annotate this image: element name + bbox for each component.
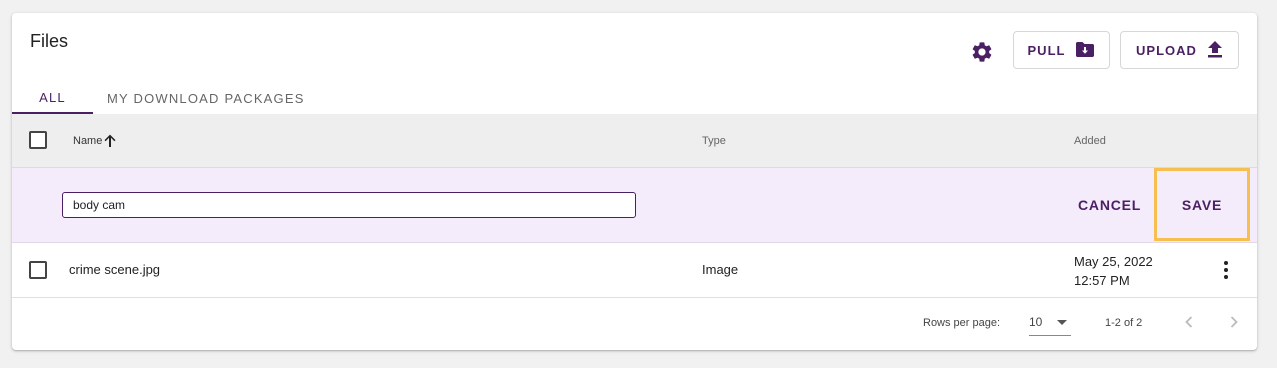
arrow-up-icon	[104, 134, 116, 147]
column-header-name[interactable]: Name	[73, 114, 116, 167]
chevron-left-icon[interactable]	[1179, 312, 1199, 332]
pagination-range: 1-2 of 2	[1105, 317, 1143, 329]
table-header: Name Type Added	[12, 114, 1257, 168]
file-name: crime scene.jpg	[69, 262, 161, 277]
upload-button[interactable]: UPLOAD	[1120, 31, 1239, 69]
column-header-type: Type	[702, 134, 726, 147]
save-button[interactable]: SAVE	[1154, 168, 1250, 241]
file-type: Image	[702, 262, 739, 277]
folder-download-icon	[1076, 42, 1095, 57]
gear-icon[interactable]	[970, 40, 994, 64]
more-vert-icon[interactable]	[1216, 259, 1236, 281]
row-checkbox[interactable]	[29, 261, 47, 279]
tab-all[interactable]: ALL	[12, 83, 93, 114]
dropdown-arrow-icon	[1057, 320, 1067, 325]
upload-button-label: UPLOAD	[1136, 42, 1197, 58]
rename-input[interactable]	[62, 192, 636, 218]
files-card: Files PULL UPLOAD ALL MY DOWNLOAD PACKAG…	[12, 13, 1257, 350]
file-added-date: May 25, 2022	[1074, 254, 1153, 269]
rows-per-page-select[interactable]: 10	[1029, 309, 1071, 336]
pagination: Rows per page: 10 1-2 of 2	[12, 297, 1257, 350]
column-name-label: Name	[73, 134, 103, 147]
rows-per-page-label: Rows per page:	[923, 317, 1001, 329]
rows-per-page-value: 10	[1029, 315, 1043, 329]
cancel-button[interactable]: CANCEL	[1078, 192, 1141, 218]
tab-my-download-packages[interactable]: MY DOWNLOAD PACKAGES	[107, 83, 305, 114]
chevron-right-icon[interactable]	[1224, 312, 1244, 332]
rename-row: CANCEL SAVE	[12, 168, 1257, 243]
page-title: Files	[30, 31, 69, 51]
upload-icon	[1207, 41, 1222, 58]
table-row[interactable]: crime scene.jpg Image May 25, 2022 12:57…	[12, 243, 1257, 298]
pull-button-label: PULL	[1027, 42, 1066, 58]
pull-button[interactable]: PULL	[1013, 31, 1110, 69]
file-added-time: 12:57 PM	[1074, 273, 1130, 288]
column-header-added: Added	[1074, 134, 1106, 147]
select-all-checkbox[interactable]	[29, 131, 47, 149]
file-added: May 25, 2022 12:57 PM	[1074, 252, 1153, 290]
